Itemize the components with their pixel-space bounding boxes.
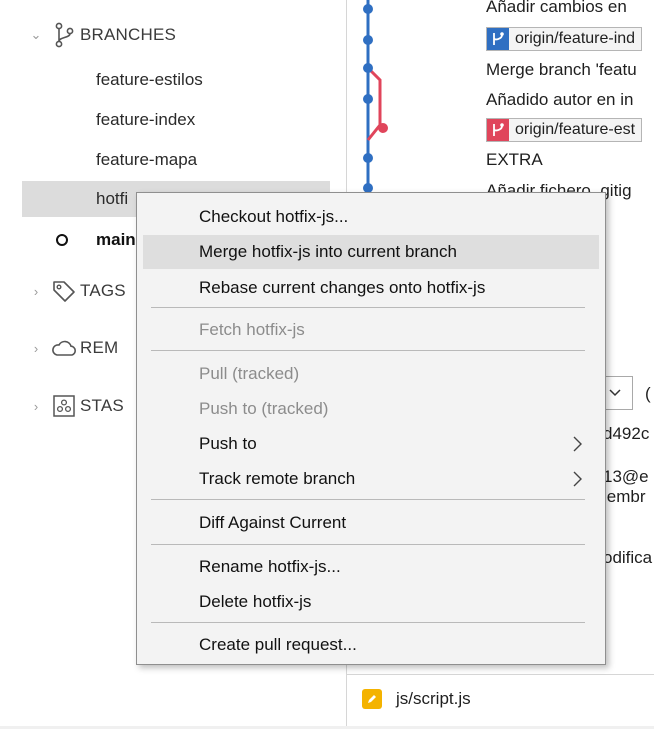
file-name: js/script.js — [396, 689, 471, 708]
cloud-icon — [50, 335, 78, 361]
menu-item-label: Create pull request... — [199, 635, 357, 654]
commit-node — [378, 123, 388, 133]
menu-item-merge[interactable]: Merge hotfix-js into current branch — [143, 235, 599, 269]
menu-item-rename[interactable]: Rename hotfix-js... — [143, 550, 599, 584]
tags-section-header[interactable]: › TAGS — [28, 276, 126, 306]
branch-name: feature-estilos — [96, 70, 203, 89]
remote-branch-icon — [487, 119, 509, 141]
commit-message: Añadido autor en in — [486, 90, 634, 109]
tags-section-label: TAGS — [80, 281, 126, 300]
stash-icon — [50, 393, 78, 419]
menu-item-label: Push to — [199, 434, 257, 453]
modified-file-icon — [362, 689, 382, 709]
branch-name: feature-mapa — [96, 150, 198, 169]
current-branch-indicator — [56, 234, 68, 246]
menu-item-checkout[interactable]: Checkout hotfix-js... — [143, 200, 599, 234]
menu-item-label: Rebase current changes onto hotfix-js — [199, 278, 486, 297]
detail-paren: ( — [645, 384, 651, 403]
branch-name: main — [96, 230, 136, 249]
remote-branch-icon — [487, 28, 509, 50]
menu-item-label: Checkout hotfix-js... — [199, 207, 349, 226]
remote-branch-badge[interactable]: origin/feature-ind — [486, 27, 643, 51]
remote-branch-name: origin/feature-ind — [515, 30, 636, 47]
menu-separator — [151, 499, 585, 500]
menu-item-label: Merge hotfix-js into current branch — [199, 242, 457, 261]
commit-row[interactable]: EXTRA — [486, 145, 543, 175]
commit-message: Merge branch 'featu — [486, 60, 637, 79]
branch-icon — [50, 22, 78, 48]
menu-item-push-to[interactable]: Push to — [143, 427, 599, 461]
commit-node — [363, 35, 373, 45]
menu-item-label: Push to (tracked) — [199, 399, 329, 418]
branch-name: feature-index — [96, 110, 196, 129]
branches-section-header[interactable]: ⌄ BRANCHES — [28, 20, 176, 50]
chevron-right-icon[interactable]: › — [28, 341, 44, 356]
commit-node — [363, 63, 373, 73]
menu-item-track-remote[interactable]: Track remote branch — [143, 462, 599, 496]
menu-item-label: Track remote branch — [199, 469, 356, 488]
commit-row[interactable]: origin/feature-ind — [486, 24, 643, 54]
file-row[interactable]: js/script.js — [350, 684, 654, 714]
stashes-section-header[interactable]: › STAS — [28, 391, 124, 421]
menu-item-label: Pull (tracked) — [199, 364, 300, 383]
commit-message: Añadir cambios en — [486, 0, 627, 16]
commit-summary: odifica — [603, 548, 653, 567]
chevron-right-icon — [573, 471, 582, 487]
commit-node — [363, 153, 373, 163]
menu-item-delete[interactable]: Delete hotfix-js — [143, 585, 599, 619]
branch-context-menu: Checkout hotfix-js... Merge hotfix-js in… — [136, 192, 606, 665]
commit-node — [363, 94, 373, 104]
menu-item-label: Diff Against Current — [199, 513, 347, 532]
menu-separator — [151, 307, 585, 308]
commit-row[interactable]: Añadir cambios en — [486, 0, 627, 22]
commit-row[interactable]: origin/feature-est — [486, 115, 643, 145]
menu-separator — [151, 622, 585, 623]
menu-separator — [151, 544, 585, 545]
chevron-down-icon[interactable]: ⌄ — [28, 27, 44, 43]
menu-item-rebase[interactable]: Rebase current changes onto hotfix-js — [143, 271, 599, 305]
author-email: 13@e — [603, 467, 649, 486]
branches-section-label: BRANCHES — [80, 25, 177, 44]
menu-item-label: Fetch hotfix-js — [199, 320, 305, 339]
chevron-right-icon — [573, 436, 582, 452]
remote-branch-badge[interactable]: origin/feature-est — [486, 118, 643, 142]
remote-branch-name: origin/feature-est — [515, 121, 636, 138]
file-list-divider — [346, 674, 654, 675]
menu-separator — [151, 350, 585, 351]
menu-item-diff[interactable]: Diff Against Current — [143, 506, 599, 540]
tag-icon — [50, 278, 78, 304]
menu-item-label: Delete hotfix-js — [199, 592, 312, 611]
remotes-section-header[interactable]: › REM — [28, 333, 118, 363]
remotes-section-label: REM — [80, 338, 119, 357]
sidebar-branch-feature-estilos[interactable]: feature-estilos — [22, 62, 330, 98]
commit-hash: d492c — [603, 424, 650, 443]
chevron-right-icon[interactable]: › — [28, 284, 44, 299]
commit-row[interactable]: Merge branch 'featu — [486, 55, 637, 85]
sidebar-branch-feature-index[interactable]: feature-index — [22, 102, 330, 138]
commit-node — [363, 4, 373, 14]
menu-item-label: Rename hotfix-js... — [199, 557, 341, 576]
chevron-right-icon[interactable]: › — [28, 399, 44, 414]
chevron-down-icon — [609, 389, 621, 397]
commit-row[interactable]: Añadido autor en in — [486, 85, 633, 115]
commit-date: iembr — [603, 487, 646, 506]
branch-name: hotfi — [96, 189, 129, 208]
sidebar-branch-feature-mapa[interactable]: feature-mapa — [22, 142, 330, 178]
menu-item-pull[interactable]: Pull (tracked) — [143, 357, 599, 391]
commit-message: EXTRA — [486, 150, 543, 169]
menu-item-create-pr[interactable]: Create pull request... — [143, 628, 599, 662]
menu-item-push-tracked[interactable]: Push to (tracked) — [143, 392, 599, 426]
stashes-section-label: STAS — [80, 396, 124, 415]
menu-item-fetch[interactable]: Fetch hotfix-js — [143, 313, 599, 347]
